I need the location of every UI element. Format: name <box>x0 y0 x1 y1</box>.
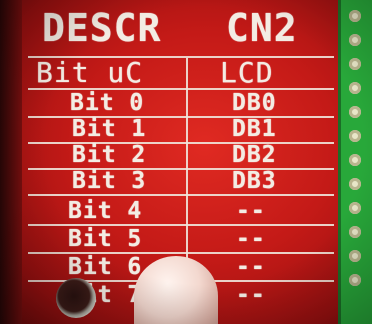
solder-pad <box>349 226 361 238</box>
solder-pad <box>349 154 361 166</box>
silkscreen-title-descr: DESCR <box>42 6 162 50</box>
row-lcd-label: DB2 <box>232 142 277 168</box>
solder-pad <box>349 202 361 214</box>
solder-pad <box>349 250 361 262</box>
solder-pad <box>349 274 361 286</box>
solder-pad <box>349 58 361 70</box>
solder-pad <box>349 106 361 118</box>
solder-pad <box>349 34 361 46</box>
board-edge-shadow <box>0 0 22 324</box>
table-header-bit-uc: Bit uC <box>36 56 144 89</box>
row-lcd-label: -- <box>236 254 266 280</box>
solder-pad <box>349 178 361 190</box>
mounting-hole <box>56 278 96 318</box>
pcb-photo: DESCR CN2 Bit uC LCD Bit 0 DB0 Bit 1 DB1… <box>0 0 372 324</box>
row-lcd-label: -- <box>236 282 266 308</box>
row-bit-label: Bit 6 <box>68 254 143 280</box>
silkscreen-title-cn2: CN2 <box>226 6 298 50</box>
led-component <box>134 256 218 324</box>
solder-pad <box>349 82 361 94</box>
row-bit-label: Bit 5 <box>68 226 143 252</box>
row-lcd-label: DB0 <box>232 90 277 116</box>
row-bit-label: Bit 3 <box>72 168 147 194</box>
solder-pad <box>349 130 361 142</box>
table-rule <box>28 194 334 196</box>
solder-pad <box>349 10 361 22</box>
row-lcd-label: DB3 <box>232 168 277 194</box>
table-header-lcd: LCD <box>220 56 274 89</box>
row-bit-label: Bit 4 <box>68 198 143 224</box>
row-bit-label: Bit 0 <box>70 90 145 116</box>
row-bit-label: Bit 2 <box>72 142 147 168</box>
row-lcd-label: DB1 <box>232 116 277 142</box>
row-bit-label: Bit 1 <box>72 116 147 142</box>
row-lcd-label: -- <box>236 226 266 252</box>
row-lcd-label: -- <box>236 198 266 224</box>
